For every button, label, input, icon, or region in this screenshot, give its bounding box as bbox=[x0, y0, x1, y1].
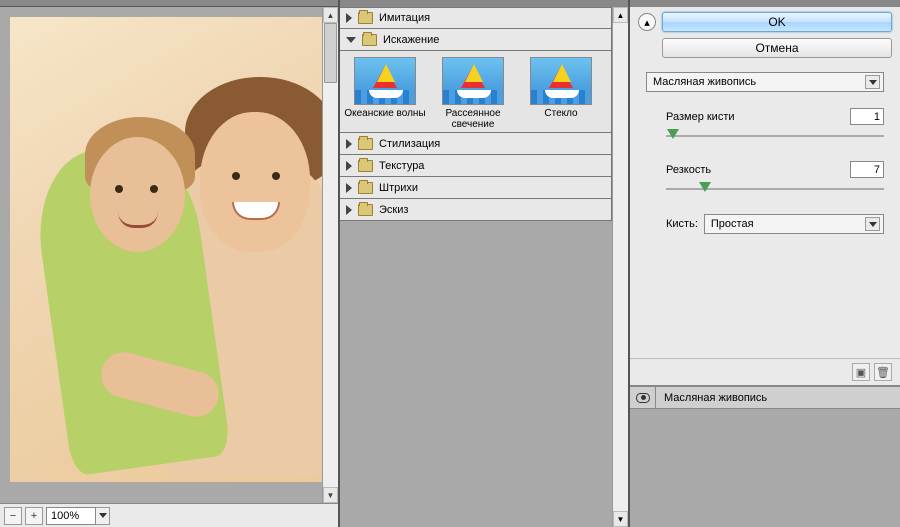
page-icon: ▣ bbox=[856, 366, 866, 379]
category-label: Штрихи bbox=[379, 182, 418, 194]
preview-area: ▲ ▼ bbox=[0, 7, 338, 503]
scroll-down-icon[interactable]: ▼ bbox=[323, 487, 338, 503]
effect-layer-row[interactable]: Масляная живопись bbox=[630, 387, 900, 409]
slider-thumb-icon[interactable] bbox=[699, 182, 711, 192]
filter-tree-panel: Имитация Искажение Океанские волны Рассе… bbox=[340, 0, 630, 527]
param-label: Размер кисти bbox=[666, 111, 735, 123]
category-sketch[interactable]: Эскиз bbox=[340, 199, 612, 221]
effect-layer-name: Масляная живопись bbox=[656, 392, 767, 404]
layer-visibility-toggle[interactable] bbox=[630, 387, 656, 409]
collapse-button[interactable]: ▴ bbox=[638, 13, 656, 31]
controls-top: ▴ OK Отмена Масляная живопись Размер кис… bbox=[630, 0, 900, 234]
preview-bottombar: − + 100% bbox=[0, 503, 338, 527]
distort-thumbnails: Океанские волны Рассеянное свечение Стек… bbox=[340, 51, 612, 133]
controls-panel: ▴ OK Отмена Масляная живопись Размер кис… bbox=[630, 0, 900, 527]
disclosure-right-icon bbox=[346, 13, 352, 23]
scroll-up-icon[interactable]: ▲ bbox=[613, 7, 628, 23]
filter-tree: Имитация Искажение Океанские волны Рассе… bbox=[340, 7, 612, 221]
scroll-thumb[interactable] bbox=[324, 23, 337, 83]
filter-thumb-ocean-ripple[interactable]: Океанские волны bbox=[344, 57, 426, 130]
disclosure-right-icon bbox=[346, 161, 352, 171]
brush-label: Кисть: bbox=[666, 218, 698, 230]
dropdown-arrow-button[interactable] bbox=[865, 217, 880, 231]
category-label: Имитация bbox=[379, 12, 430, 24]
brush-type-row: Кисть: Простая bbox=[666, 214, 884, 234]
zoom-field[interactable]: 100% bbox=[46, 507, 96, 525]
zoom-out-button[interactable]: − bbox=[4, 507, 22, 525]
category-label: Стилизация bbox=[379, 138, 440, 150]
trash-icon: 🗑 bbox=[876, 366, 890, 379]
thumb-label: Океанские волны bbox=[344, 108, 426, 119]
category-label: Искажение bbox=[383, 34, 439, 46]
param-brush-size: Размер кисти bbox=[666, 108, 884, 143]
filter-thumb-glass[interactable]: Стекло bbox=[520, 57, 602, 130]
sharpness-input[interactable] bbox=[850, 161, 884, 178]
zoom-in-button[interactable]: + bbox=[25, 507, 43, 525]
ok-button[interactable]: OK bbox=[662, 12, 892, 32]
filter-gallery-dialog: ▲ ▼ − + 100% Имитация bbox=[0, 0, 900, 527]
brush-size-input[interactable] bbox=[850, 108, 884, 125]
category-label: Эскиз bbox=[379, 204, 408, 216]
disclosure-down-icon bbox=[346, 37, 356, 43]
preview-panel: ▲ ▼ − + 100% bbox=[0, 0, 340, 527]
effect-layers-empty-area bbox=[630, 409, 900, 527]
folder-icon bbox=[358, 160, 373, 172]
folder-icon bbox=[358, 182, 373, 194]
filter-select-value: Масляная живопись bbox=[653, 76, 756, 88]
scroll-up-icon[interactable]: ▲ bbox=[323, 7, 338, 23]
folder-icon bbox=[362, 34, 377, 46]
thumb-label: Стекло bbox=[520, 108, 602, 119]
category-brush-strokes[interactable]: Штрихи bbox=[340, 177, 612, 199]
preview-image bbox=[10, 17, 322, 482]
disclosure-right-icon bbox=[346, 183, 352, 193]
param-sharpness: Резкость bbox=[666, 161, 884, 196]
category-distort[interactable]: Искажение bbox=[340, 29, 612, 51]
effect-layers-section: Масляная живопись bbox=[630, 386, 900, 527]
cancel-button[interactable]: Отмена bbox=[662, 38, 892, 58]
zoom-dropdown-button[interactable] bbox=[96, 507, 110, 525]
slider-thumb-icon[interactable] bbox=[667, 129, 679, 139]
chevron-down-icon bbox=[869, 80, 877, 85]
brush-type-value: Простая bbox=[711, 218, 754, 230]
tree-scrollbar-vertical[interactable]: ▲ ▼ bbox=[612, 7, 628, 527]
chevron-down-icon bbox=[869, 222, 877, 227]
layer-toolbar: ▣ 🗑 bbox=[630, 358, 900, 386]
sharpness-slider[interactable] bbox=[666, 182, 884, 196]
category-texture[interactable]: Текстура bbox=[340, 155, 612, 177]
disclosure-right-icon bbox=[346, 139, 352, 149]
preview-topbar bbox=[0, 0, 338, 7]
category-stylize[interactable]: Стилизация bbox=[340, 133, 612, 155]
double-chevron-up-icon: ▴ bbox=[644, 16, 650, 29]
preview-scrollbar-vertical[interactable]: ▲ ▼ bbox=[322, 7, 338, 503]
brush-size-slider[interactable] bbox=[666, 129, 884, 143]
filter-select-dropdown[interactable]: Масляная живопись bbox=[646, 72, 884, 92]
folder-icon bbox=[358, 138, 373, 150]
brush-type-dropdown[interactable]: Простая bbox=[704, 214, 884, 234]
new-effect-layer-button[interactable]: ▣ bbox=[852, 363, 870, 381]
dropdown-arrow-button[interactable] bbox=[865, 75, 880, 89]
disclosure-right-icon bbox=[346, 205, 352, 215]
category-label: Текстура bbox=[379, 160, 424, 172]
scroll-down-icon[interactable]: ▼ bbox=[613, 511, 628, 527]
filter-params: Размер кисти Резкость bbox=[666, 108, 884, 196]
delete-effect-layer-button[interactable]: 🗑 bbox=[874, 363, 892, 381]
thumb-label: Рассеянное свечение bbox=[432, 108, 514, 130]
folder-icon bbox=[358, 12, 373, 24]
category-imitation[interactable]: Имитация bbox=[340, 7, 612, 29]
chevron-down-icon bbox=[99, 513, 107, 518]
eye-icon bbox=[636, 393, 650, 403]
filter-tree-area: Имитация Искажение Океанские волны Рассе… bbox=[340, 0, 628, 527]
filter-thumb-diffuse-glow[interactable]: Рассеянное свечение bbox=[432, 57, 514, 130]
folder-icon bbox=[358, 204, 373, 216]
param-label: Резкость bbox=[666, 164, 711, 176]
